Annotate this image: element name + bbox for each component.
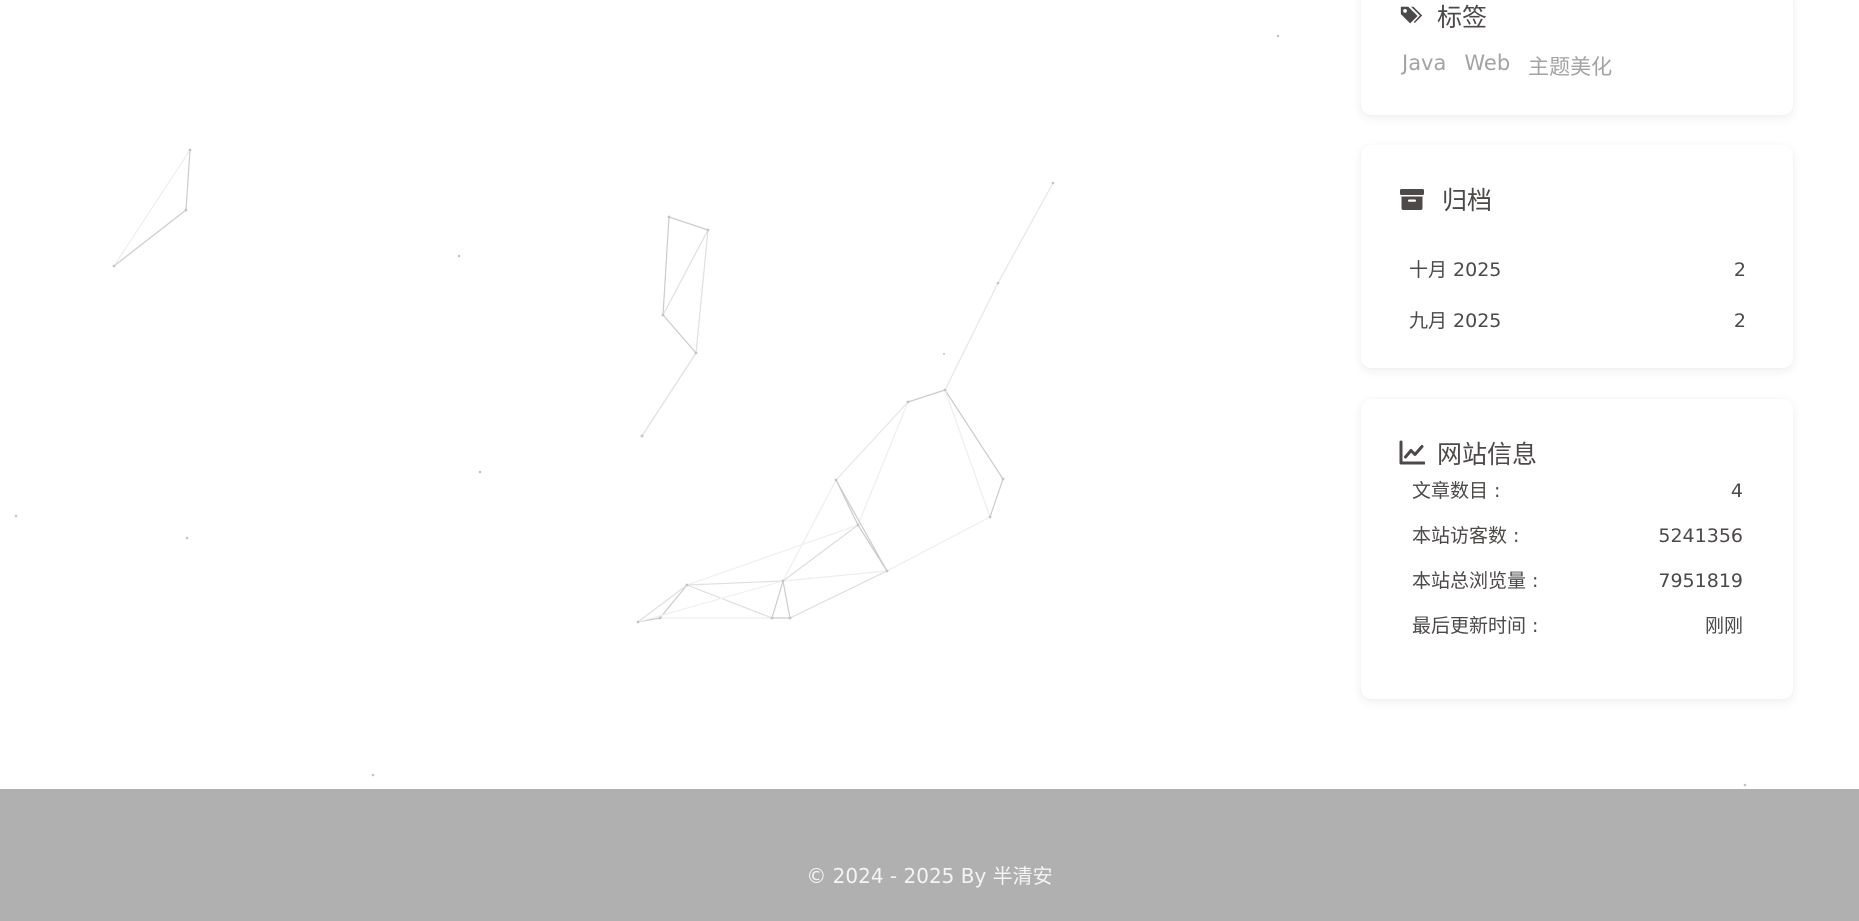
archive-item-september[interactable]: 九月 2025 2 <box>1409 296 1746 347</box>
info-item-label: 文章数目 : <box>1412 480 1501 502</box>
info-item-visitor-count: 本站访客数 : 5241356 <box>1412 514 1743 559</box>
chart-line-icon <box>1399 440 1425 465</box>
archive-item-label: 十月 2025 <box>1409 259 1502 281</box>
tag-list: Java Web 主题美化 <box>1402 51 1612 81</box>
archive-item-count: 2 <box>1733 259 1746 281</box>
archive-list: 十月 2025 2 九月 2025 2 <box>1409 245 1746 347</box>
archive-item-october[interactable]: 十月 2025 2 <box>1409 245 1746 296</box>
info-item-value: 刚刚 <box>1704 615 1743 637</box>
tag-item-java[interactable]: Java <box>1402 51 1446 81</box>
tags-card-title: 标签 <box>1437 3 1488 32</box>
page: 标签 Java Web 主题美化 归档 十月 2025 2 九月 2025 2 <box>0 0 1859 921</box>
archive-item-count: 2 <box>1733 310 1746 332</box>
tags-card-header: 标签 <box>1399 0 1487 34</box>
tag-item-theme[interactable]: 主题美化 <box>1528 51 1612 81</box>
particle-links <box>113 149 1054 623</box>
info-item-value: 7951819 <box>1658 570 1743 592</box>
info-item-value: 5241356 <box>1658 525 1743 547</box>
info-item-article-count: 文章数目 : 4 <box>1412 469 1743 514</box>
info-item-pageview-count: 本站总浏览量 : 7951819 <box>1412 559 1743 604</box>
info-item-label: 本站访客数 : <box>1412 525 1520 547</box>
archive-card-header: 归档 <box>1399 181 1492 217</box>
footer-copyright: © 2024 - 2025 By 半清安 <box>806 864 1053 888</box>
archive-icon <box>1400 189 1424 210</box>
info-item-label: 本站总浏览量 : <box>1412 570 1539 592</box>
site-info-card-title: 网站信息 <box>1437 440 1538 469</box>
archive-item-label: 九月 2025 <box>1409 310 1502 332</box>
site-info-card-header: 网站信息 <box>1399 435 1537 471</box>
archive-card: 归档 十月 2025 2 九月 2025 2 <box>1361 145 1793 368</box>
archive-card-title: 归档 <box>1442 186 1493 215</box>
tags-card: 标签 Java Web 主题美化 <box>1361 0 1793 115</box>
info-item-label: 最后更新时间 : <box>1412 615 1539 637</box>
info-item-last-updated: 最后更新时间 : 刚刚 <box>1412 604 1743 649</box>
tag-item-web[interactable]: Web <box>1464 51 1510 81</box>
tags-icon <box>1400 6 1423 24</box>
site-info-card: 网站信息 文章数目 : 4 本站访客数 : 5241356 本站总浏览量 : 7… <box>1361 399 1793 699</box>
info-item-value: 4 <box>1730 480 1743 502</box>
site-info-list: 文章数目 : 4 本站访客数 : 5241356 本站总浏览量 : 795181… <box>1412 469 1743 649</box>
footer: © 2024 - 2025 By 半清安 <box>0 789 1859 921</box>
